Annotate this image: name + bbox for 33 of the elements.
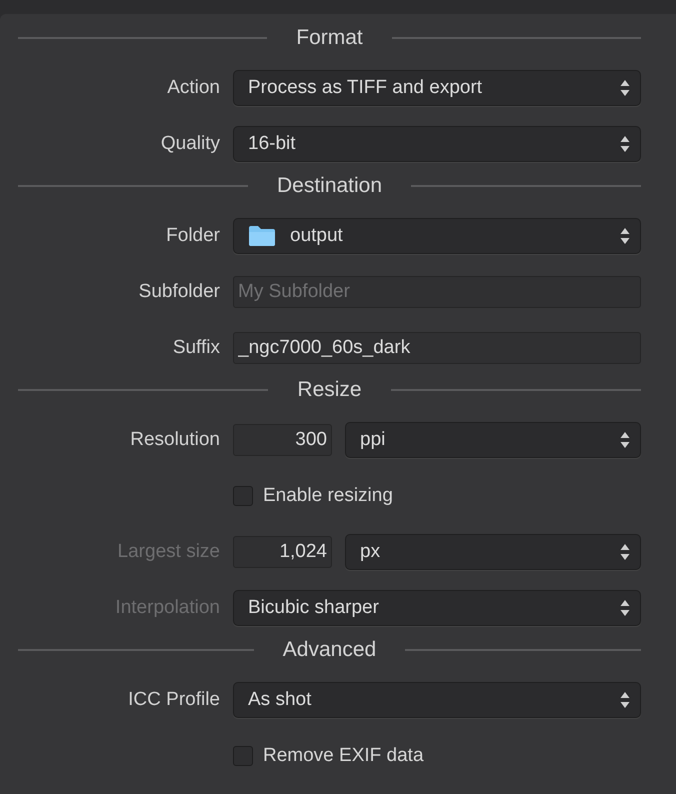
field-label: Action — [166, 77, 220, 99]
section-title: Resize — [296, 378, 363, 402]
section-title: Advanced — [282, 638, 378, 662]
dropdown[interactable]: 16-bit — [233, 126, 641, 162]
stepper-arrows-icon — [620, 691, 630, 709]
dropdown[interactable]: As shot — [233, 682, 641, 718]
field-label: Largest size — [116, 541, 220, 563]
checkbox-label: Remove EXIF data — [263, 745, 424, 767]
dropdown[interactable]: output — [233, 218, 641, 254]
field-label: ICC Profile — [127, 689, 220, 711]
text-field[interactable]: My Subfolder — [233, 276, 641, 308]
stepper-arrows-icon — [620, 543, 630, 561]
section-title: Destination — [276, 174, 384, 198]
field-label: Quality — [160, 133, 220, 155]
stepper-arrows-icon — [620, 135, 630, 153]
stepper-arrows-icon — [620, 227, 630, 245]
field-label: Folder — [165, 225, 220, 247]
field-label: Subfolder — [138, 281, 220, 303]
number-field[interactable]: 300 — [233, 424, 332, 456]
unit-dropdown[interactable]: ppi — [345, 422, 641, 458]
stepper-arrows-icon — [620, 431, 630, 449]
dropdown[interactable]: Process as TIFF and export — [233, 70, 641, 106]
field-label: Suffix — [172, 337, 220, 359]
stepper-arrows-icon — [620, 79, 630, 97]
checkbox[interactable] — [233, 746, 253, 766]
checkbox[interactable] — [233, 486, 253, 506]
folder-icon — [248, 225, 276, 247]
checkbox-label: Enable resizing — [263, 485, 393, 507]
stepper-arrows-icon — [620, 599, 630, 617]
field-label: Interpolation — [114, 597, 220, 619]
field-label: Resolution — [129, 429, 220, 451]
section-title: Format — [295, 26, 364, 50]
text-field[interactable]: _ngc7000_60s_dark — [233, 332, 641, 364]
